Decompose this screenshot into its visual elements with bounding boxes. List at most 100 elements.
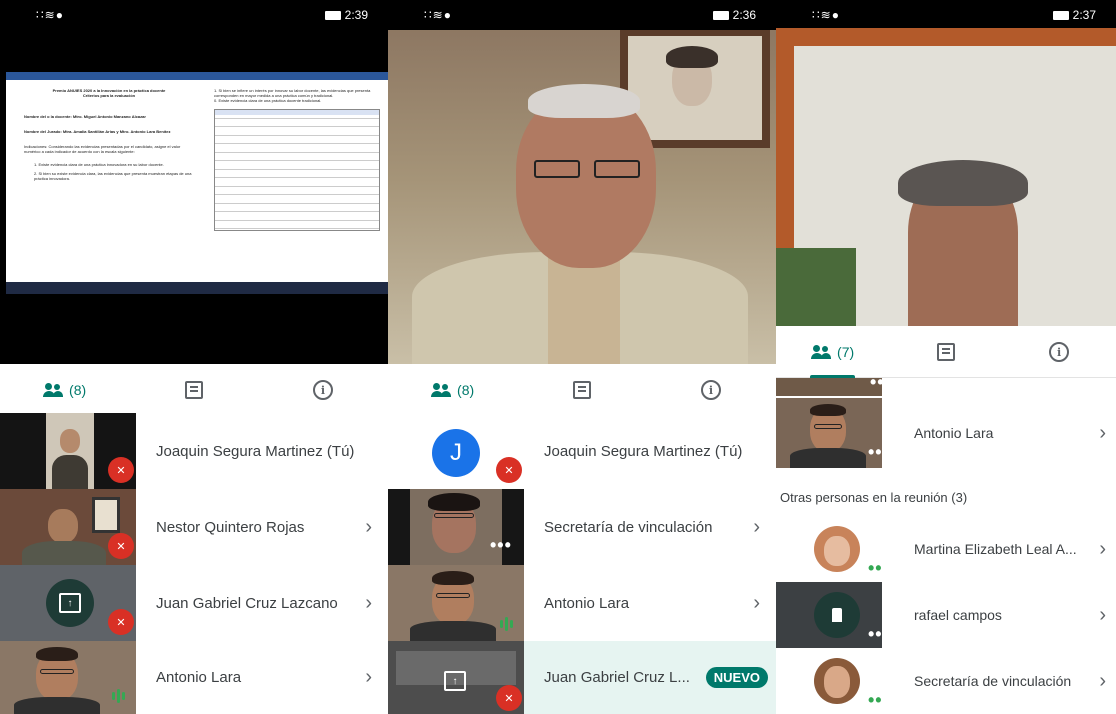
info-icon: i <box>313 380 333 400</box>
video-area: ∷≋● 2:39 Premio ANUIES 2020 a la Innovac… <box>0 0 388 364</box>
status-bar: ∷≋● 2:37 <box>776 0 1116 30</box>
tab-bar: (7) i <box>776 326 1116 378</box>
speaker-hair <box>528 84 640 118</box>
avatar: J <box>432 429 480 477</box>
mic-off-icon: ✕ <box>108 457 134 483</box>
tab-chat[interactable] <box>129 364 258 416</box>
participant-video: ••• <box>776 582 882 648</box>
people-count: (8) <box>457 382 475 398</box>
participant-name: Nestor Quintero Rojas <box>156 518 305 536</box>
participant-name: Joaquin Segura Martinez (Tú) <box>544 442 743 460</box>
more-options-icon: ••• <box>868 690 882 710</box>
tab-people[interactable]: (8) <box>0 364 129 416</box>
doc-table <box>214 109 380 231</box>
participant-row[interactable]: ✕ Nestor Quintero Rojas › <box>0 489 388 565</box>
chevron-right-icon[interactable]: › <box>365 666 372 689</box>
more-options-icon: ••• <box>868 558 882 578</box>
avatar-letter: J <box>450 439 462 466</box>
chevron-right-icon[interactable]: › <box>753 516 760 539</box>
doc-right-2: 0. Existe evidencia clara de una práctic… <box>214 98 322 103</box>
tab-info[interactable]: i <box>258 364 387 416</box>
chevron-right-icon[interactable]: › <box>1099 670 1106 693</box>
screenshot-panel-3: ∷≋● 2:37 (7) i ••• ••• Antonio Lara › Ot… <box>776 0 1116 714</box>
tab-people[interactable]: (8) <box>388 364 517 416</box>
chevron-right-icon[interactable]: › <box>1099 604 1106 627</box>
participant-row[interactable]: ••• rafael campos › <box>776 582 1116 648</box>
participant-name: Juan Gabriel Cruz Lazcano <box>156 594 338 612</box>
battery-icon <box>712 11 729 21</box>
participant-row-new[interactable]: ↑ ✕ Juan Gabriel Cruz L... NUEVO <box>388 641 776 714</box>
participant-row[interactable]: ✕ Joaquin Segura Martinez (Tú) <box>0 413 388 489</box>
mic-off-icon: ✕ <box>108 533 134 559</box>
present-screen-icon: ↑ <box>444 671 466 691</box>
doc-jurado: Nombre del Jurado: Mtra. Amalia Santillá… <box>24 129 171 134</box>
participant-row[interactable]: Antonio Lara › <box>0 641 388 714</box>
video-area: ∷≋● 2:37 <box>776 0 1116 326</box>
battery-icon <box>1052 11 1069 21</box>
mic-off-icon: ✕ <box>496 685 522 711</box>
participant-video <box>0 641 136 714</box>
screenshot-panel-2: ∷≋● 2:36 (8) i J ✕ Joaquin Segura Martin… <box>388 0 776 714</box>
more-options-icon: ••• <box>870 372 892 392</box>
chat-icon <box>936 343 955 361</box>
status-time: 2:37 <box>1072 8 1096 22</box>
participant-name: Juan Gabriel Cruz L... <box>544 669 690 686</box>
people-count: (8) <box>69 382 87 398</box>
participant-video: ✕ <box>0 413 136 489</box>
participant-row[interactable]: ••• Secretaría de vinculación › <box>776 648 1116 714</box>
windows-taskbar <box>6 282 388 294</box>
participant-row[interactable]: ••• Antonio Lara › <box>776 398 1116 468</box>
avatar <box>814 526 860 572</box>
signal-wifi-icon: ∷≋● <box>424 8 452 22</box>
participant-video: ••• <box>776 516 882 582</box>
doc-indicaciones: Indicaciones: Considerando las evidencia… <box>24 144 181 154</box>
people-icon <box>43 383 64 397</box>
tab-bar: (8) i <box>0 364 388 416</box>
participant-video: ↑ ✕ <box>0 565 136 641</box>
participant-video: ✕ <box>0 489 136 565</box>
shared-screen: Premio ANUIES 2020 a la Innovación en la… <box>6 72 388 294</box>
tab-chat[interactable] <box>889 326 1002 378</box>
section-header: Otras personas en la reunión (3) <box>780 490 968 505</box>
status-bar: ∷≋● 2:36 <box>388 0 776 30</box>
chevron-right-icon[interactable]: › <box>365 516 372 539</box>
pin-icon <box>814 592 860 638</box>
participant-row[interactable]: ••• Martina Elizabeth Leal A... › <box>776 516 1116 582</box>
speaking-indicator-icon <box>112 689 125 703</box>
speaker-hair <box>898 160 1028 206</box>
chat-icon <box>184 381 203 399</box>
speaker-shirt <box>548 252 620 364</box>
more-options-icon: ••• <box>868 624 882 644</box>
participant-video: ↑ ✕ <box>388 641 524 714</box>
participant-video: ••• <box>776 648 882 714</box>
participant-name: Antonio Lara <box>544 594 630 612</box>
chevron-right-icon[interactable]: › <box>1099 538 1106 561</box>
tab-info[interactable]: i <box>646 364 775 416</box>
participant-name: Antonio Lara <box>914 425 994 441</box>
participant-row[interactable]: ↑ ✕ Juan Gabriel Cruz Lazcano › <box>0 565 388 641</box>
list-scroll-stub: ••• <box>776 372 891 396</box>
participant-row[interactable]: Antonio Lara › <box>388 565 776 641</box>
video-area: ∷≋● 2:36 <box>388 0 776 364</box>
info-icon: i <box>1049 342 1070 362</box>
status-time: 2:39 <box>344 8 368 22</box>
participant-row[interactable]: J ✕ Joaquin Segura Martinez (Tú) <box>388 413 776 489</box>
tab-chat[interactable] <box>517 364 646 416</box>
battery-icon <box>324 11 341 21</box>
chevron-right-icon[interactable]: › <box>753 592 760 615</box>
participant-video <box>388 565 524 641</box>
participant-name: Joaquin Segura Martinez (Tú) <box>156 442 355 460</box>
participant-row[interactable]: ••• Secretaría de vinculación › <box>388 489 776 565</box>
chevron-right-icon[interactable]: › <box>365 592 372 615</box>
mic-off-icon: ✕ <box>108 609 134 635</box>
chevron-right-icon[interactable]: › <box>1099 422 1106 445</box>
participant-name: rafael campos <box>914 607 1002 623</box>
doc-subtitle: Criterios para la evaluación <box>82 93 136 98</box>
participant-video: ••• <box>776 398 882 468</box>
present-screen-icon: ↑ <box>59 593 81 613</box>
info-icon: i <box>701 380 721 400</box>
tab-people[interactable]: (7) <box>776 326 889 378</box>
doc-item-1: 1. Existe evidencia clara de una práctic… <box>34 162 164 167</box>
tab-info[interactable]: i <box>1002 326 1115 378</box>
people-icon <box>811 345 832 359</box>
